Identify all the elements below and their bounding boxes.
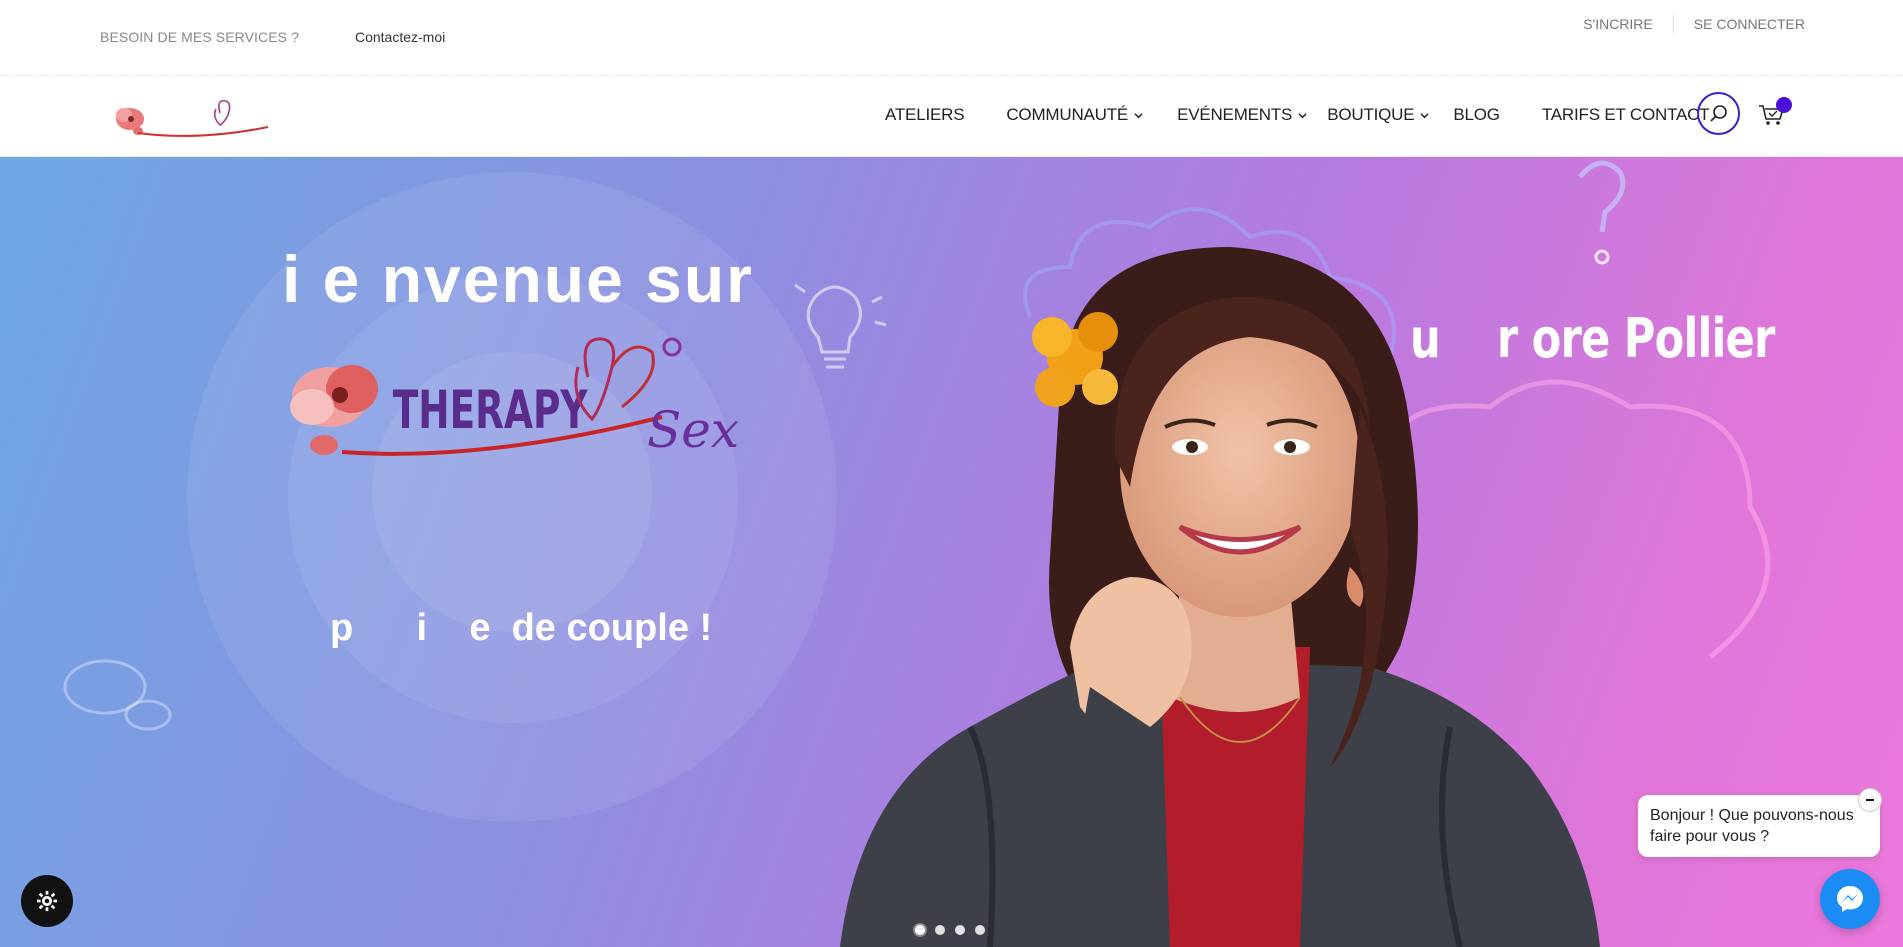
- slider-dot[interactable]: [955, 925, 965, 935]
- nav-communaute[interactable]: COMMUNAUTÉ: [1006, 105, 1143, 125]
- gear-icon: [36, 890, 58, 912]
- hero-name: u r ore Pollier: [1410, 307, 1775, 370]
- register-link[interactable]: S'INCRIRE: [1583, 16, 1653, 32]
- slider-dot[interactable]: [915, 925, 925, 935]
- main-header: ATELIERS COMMUNAUTÉ EVÉNEMENTS BOUTIQUE …: [0, 77, 1903, 157]
- slider-dot[interactable]: [935, 925, 945, 935]
- messenger-button[interactable]: [1820, 869, 1880, 929]
- top-left-links: BESOIN DE MES SERVICES ? Contactez-moi: [100, 29, 445, 45]
- nav-blog[interactable]: BLOG: [1453, 105, 1500, 125]
- top-bar: BESOIN DE MES SERVICES ? Contactez-moi S…: [0, 0, 1903, 76]
- site-logo[interactable]: [108, 91, 293, 143]
- hero-slider: i e nvenue sur THERAPY Sex p i e de coup…: [0, 157, 1903, 947]
- chevron-down-icon: [1298, 112, 1307, 118]
- cart-badge: [1776, 97, 1792, 113]
- speech-bubble-icon: [63, 659, 172, 731]
- hero-logo-wordmark: THERAPY: [393, 380, 588, 441]
- hero-logo: THERAPY Sex: [290, 337, 739, 459]
- minus-icon: [1866, 799, 1874, 801]
- slider-dots: [915, 925, 985, 935]
- chevron-down-icon: [1134, 112, 1143, 118]
- nav-ateliers[interactable]: ATELIERS: [885, 105, 965, 125]
- nav-tarifs[interactable]: TARIFS ET CONTACT: [1542, 105, 1710, 125]
- hero-subtitle: p i e de couple !: [330, 607, 713, 649]
- nav-label: BLOG: [1453, 105, 1500, 124]
- search-icon: [1709, 104, 1727, 122]
- poppy-icon: [290, 365, 378, 455]
- divider: [1672, 15, 1674, 33]
- search-button[interactable]: [1697, 92, 1740, 135]
- cookie-settings-button[interactable]: [21, 875, 73, 927]
- main-nav: ATELIERS COMMUNAUTÉ EVÉNEMENTS BOUTIQUE …: [885, 105, 1751, 125]
- nav-label: ATELIERS: [885, 105, 965, 124]
- chat-close-button[interactable]: [1858, 788, 1882, 812]
- nav-label: TARIFS ET CONTACT: [1541, 105, 1710, 124]
- contact-link[interactable]: Contactez-moi: [355, 29, 445, 45]
- nav-label: COMMUNAUTÉ: [1006, 105, 1129, 124]
- hero-title: i e nvenue sur: [282, 242, 754, 316]
- slider-dot[interactable]: [975, 925, 985, 935]
- nav-boutique[interactable]: BOUTIQUE: [1327, 105, 1429, 125]
- services-link[interactable]: BESOIN DE MES SERVICES ?: [100, 29, 299, 45]
- login-link[interactable]: SE CONNECTER: [1694, 16, 1805, 32]
- nav-evenements[interactable]: EVÉNEMENTS: [1177, 105, 1307, 125]
- chevron-down-icon: [1420, 112, 1429, 118]
- account-links: S'INCRIRE SE CONNECTER: [1583, 15, 1805, 33]
- nav-label: EVÉNEMENTS: [1177, 105, 1293, 124]
- nav-label: BOUTIQUE: [1327, 105, 1415, 124]
- chat-greeting[interactable]: Bonjour ! Que pouvons-nous faire pour vo…: [1638, 795, 1880, 857]
- poppy-icon: [116, 108, 144, 135]
- hero-logo-script: Sex: [647, 401, 739, 459]
- messenger-icon: [1837, 886, 1863, 912]
